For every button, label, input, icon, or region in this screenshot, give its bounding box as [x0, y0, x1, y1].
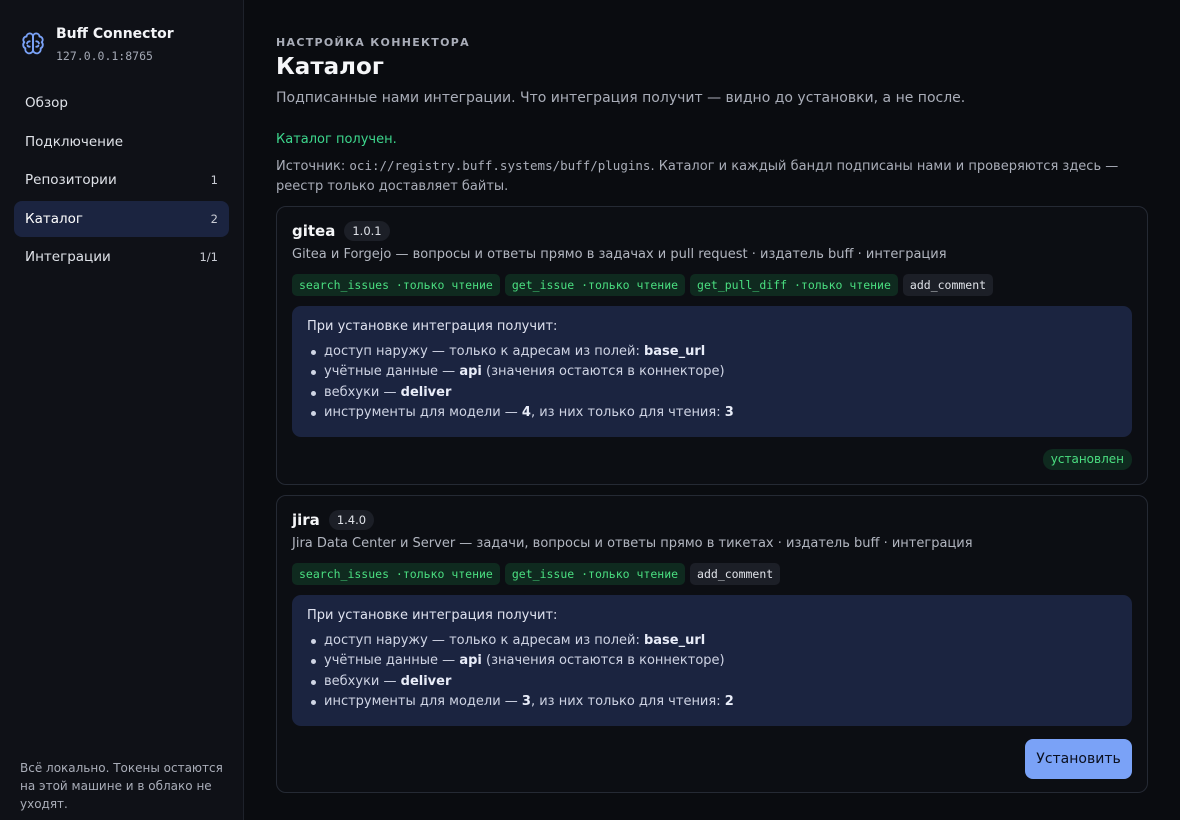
- permission-text: , из них только для чтения:: [530, 404, 725, 420]
- integration-description: Gitea и Forgejo — вопросы и ответы прямо…: [292, 247, 947, 262]
- tool-chip: search_issues ·только чтение: [292, 563, 500, 585]
- permissions-title: При установке интеграция получит:: [307, 608, 558, 623]
- integration-description: Jira Data Center и Server — задачи, вопр…: [292, 536, 973, 551]
- integration-card-jira: jira 1.4.0 Jira Data Center и Server — з…: [276, 495, 1148, 793]
- brand: Buff Connector 127.0.0.1:8765: [20, 26, 174, 63]
- integration-name: jira: [292, 511, 320, 529]
- tool-chip: get_issue ·только чтение: [504, 274, 686, 296]
- permission-value: api: [459, 364, 482, 380]
- permissions-list: доступ наружу — только к адресам из поле…: [307, 631, 1117, 712]
- sidebar-item-count: 1: [210, 173, 218, 187]
- permission-text: учётные данные —: [324, 364, 460, 380]
- sidebar: Buff Connector 127.0.0.1:8765 Обзор Подк…: [0, 0, 244, 820]
- card-header: jira 1.4.0: [292, 510, 375, 530]
- sidebar-item-count: 1/1: [199, 250, 218, 264]
- version-badge: 1.4.0: [328, 510, 375, 530]
- permission-text: учётные данные —: [324, 653, 460, 669]
- permission-value: api: [459, 653, 482, 669]
- source-prefix: Источник:: [276, 159, 350, 174]
- installed-badge: установлен: [1042, 449, 1132, 470]
- permission-webhooks: вебхуки — deliver: [307, 383, 1117, 403]
- permission-text: (значения остаются в коннекторе): [481, 653, 725, 669]
- tool-chip: get_pull_diff ·только чтение: [690, 274, 898, 296]
- sidebar-item-label: Подключение: [25, 133, 124, 150]
- sidebar-item-label: Интеграции: [25, 249, 111, 265]
- permission-text: доступ наружу — только к адресам из поле…: [324, 633, 644, 648]
- card-header: gitea 1.0.1: [292, 221, 390, 241]
- permission-text: (значения остаются в коннекторе): [481, 364, 725, 380]
- permission-value: deliver: [400, 673, 452, 689]
- permission-value: base_url: [643, 633, 706, 648]
- permission-network: доступ наружу — только к адресам из поле…: [307, 631, 1117, 651]
- permission-value: 4: [521, 404, 531, 420]
- server-address: 127.0.0.1:8765: [56, 49, 153, 63]
- permissions-panel: При установке интеграция получит: доступ…: [292, 306, 1132, 437]
- catalog-source: Источник: oci://registry.buff.systems/bu…: [276, 156, 1148, 197]
- permission-text: , из них только для чтения:: [530, 693, 725, 709]
- sidebar-item-overview[interactable]: Обзор: [14, 85, 229, 121]
- sidebar-item-catalog[interactable]: Каталог 2: [14, 200, 229, 237]
- permission-credentials: учётные данные — api (значения остаются …: [307, 362, 1117, 382]
- sidebar-item-label: Каталог: [25, 210, 83, 227]
- permissions-title: При установке интеграция получит:: [307, 319, 558, 334]
- permission-text: инструменты для модели —: [324, 404, 522, 420]
- page-title: Каталог: [276, 54, 384, 80]
- tool-chip: search_issues ·только чтение: [292, 274, 500, 296]
- permission-network: доступ наружу — только к адресам из поле…: [307, 342, 1117, 362]
- integration-card-gitea: gitea 1.0.1 Gitea и Forgejo — вопросы и …: [276, 206, 1148, 485]
- permission-text: вебхуки —: [324, 673, 401, 689]
- permission-value: deliver: [400, 384, 452, 400]
- permission-value: 3: [521, 693, 531, 709]
- catalog-status: Каталог получен.: [276, 132, 397, 147]
- permission-value: 3: [724, 404, 734, 420]
- tool-chip: add_comment: [690, 563, 781, 585]
- sidebar-nav: Обзор Подключение Репозитории 1 Каталог …: [14, 85, 229, 278]
- brain-icon: [22, 32, 44, 55]
- permission-webhooks: вебхуки — deliver: [307, 672, 1117, 692]
- tool-chip: add_comment: [902, 274, 994, 296]
- permissions-panel: При установке интеграция получит: доступ…: [292, 595, 1132, 726]
- sidebar-item-label: Репозитории: [25, 172, 117, 188]
- tool-chip: get_issue ·только чтение: [504, 563, 686, 585]
- permission-text: инструменты для модели —: [324, 693, 522, 709]
- permission-value: 2: [724, 693, 734, 709]
- sidebar-footer-note: Всё локально. Токены остаются на этой ма…: [20, 761, 223, 811]
- sidebar-item-count: 2: [210, 211, 218, 226]
- permission-tools: инструменты для модели — 4, из них тольк…: [307, 403, 1117, 423]
- permission-text: вебхуки —: [324, 384, 401, 400]
- sidebar-item-label: Обзор: [25, 95, 68, 111]
- permission-text: доступ наружу — только к адресам из поле…: [324, 344, 644, 359]
- permissions-list: доступ наружу — только к адресам из поле…: [307, 342, 1117, 423]
- sidebar-item-integrations[interactable]: Интеграции 1/1: [14, 239, 229, 275]
- source-url: oci://registry.buff.systems/buff/plugins: [349, 158, 651, 173]
- app-title: Buff Connector: [56, 26, 174, 42]
- integration-name: gitea: [292, 222, 336, 240]
- section-eyebrow: НАСТРОЙКА КОННЕКТОРА: [276, 36, 470, 49]
- page-subtitle: Подписанные нами интеграции. Что интегра…: [276, 90, 966, 106]
- permission-value: base_url: [643, 344, 706, 359]
- tool-list: search_issues ·только чтение get_issue ·…: [292, 563, 785, 585]
- sidebar-item-connection[interactable]: Подключение: [14, 124, 229, 160]
- sidebar-item-repositories[interactable]: Репозитории 1: [14, 162, 229, 198]
- permission-tools: инструменты для модели — 3, из них тольк…: [307, 692, 1117, 712]
- version-badge: 1.0.1: [344, 221, 390, 241]
- permission-credentials: учётные данные — api (значения остаются …: [307, 651, 1117, 671]
- install-button[interactable]: Установить: [1025, 739, 1132, 779]
- tool-list: search_issues ·только чтение get_issue ·…: [292, 274, 998, 296]
